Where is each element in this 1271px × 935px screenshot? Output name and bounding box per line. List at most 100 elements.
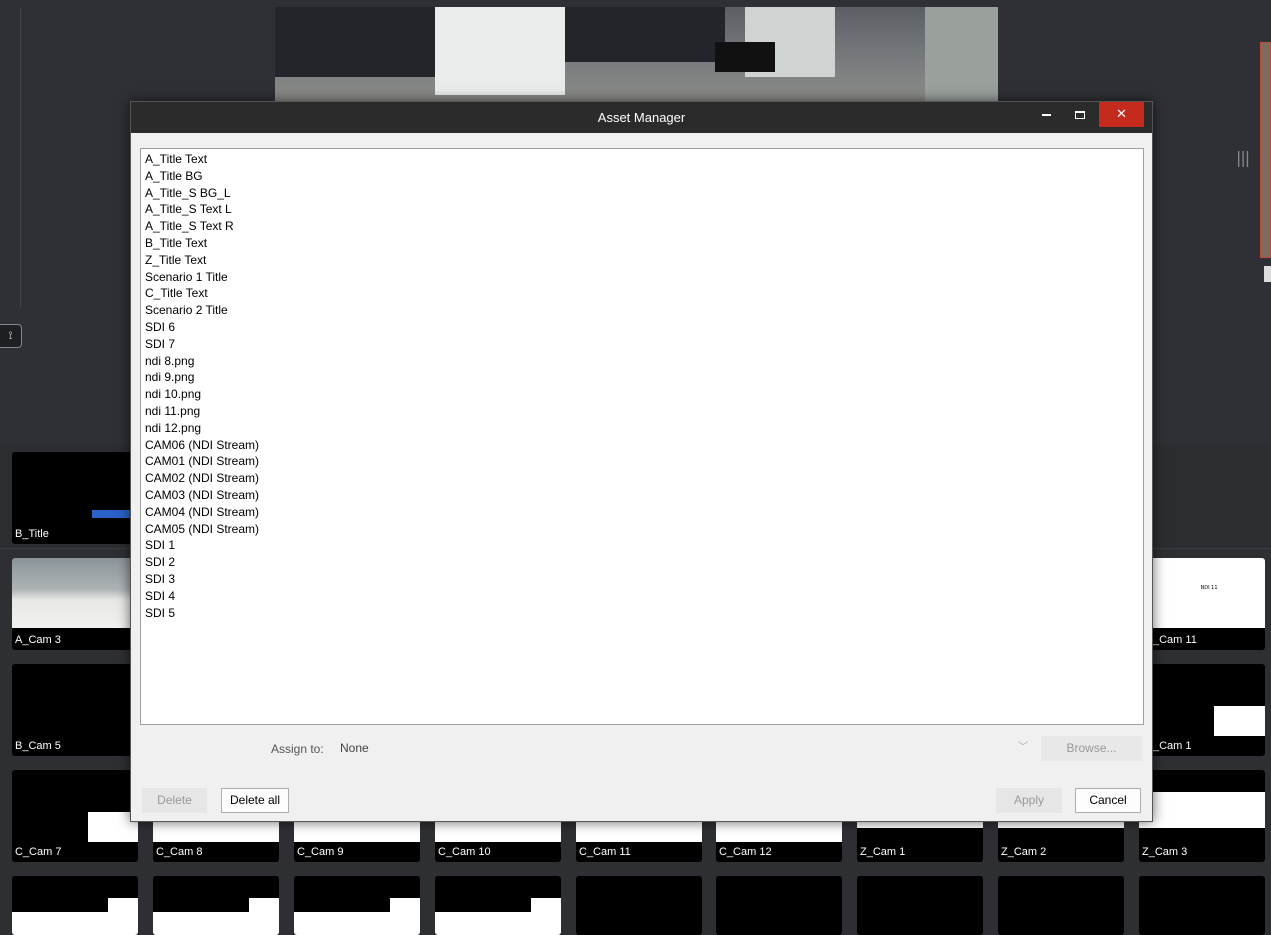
close-button[interactable]: ✕ (1099, 102, 1144, 127)
ndi-frame (294, 822, 420, 842)
ndi-frame (1214, 706, 1265, 736)
tile-z-cam3[interactable]: Z_Cam 3 (1139, 770, 1265, 862)
ndi-frame-top (531, 898, 561, 912)
asset-list-item[interactable]: ndi 10.png (145, 386, 1139, 403)
asset-list-item[interactable]: CAM06 (NDI Stream) (145, 437, 1139, 454)
tile-label: C_Cam 10 (438, 846, 491, 858)
tile-b-title[interactable]: B_Title (12, 452, 138, 544)
chevron-down-icon: ﹀ (1018, 742, 1028, 753)
asset-list-item[interactable]: SDI 7 (145, 336, 1139, 353)
asset-list-item[interactable]: Scenario 1 Title (145, 269, 1139, 286)
ndi-frame (1139, 792, 1265, 828)
assign-to-dropdown[interactable]: None ﹀ (336, 736, 1032, 760)
asset-list-item[interactable]: Scenario 2 Title (145, 302, 1139, 319)
asset-list-item[interactable]: ndi 9.png (145, 369, 1139, 386)
tile-label: C_Cam 11 (579, 846, 631, 858)
ndi-frame (716, 822, 842, 842)
asset-list-item[interactable]: SDI 1 (145, 537, 1139, 554)
tile-row5-5[interactable] (576, 876, 702, 935)
delete-button[interactable]: Delete (142, 788, 207, 813)
asset-list-item[interactable]: C_Title Text (145, 285, 1139, 302)
asset-list-item[interactable]: SDI 5 (145, 605, 1139, 622)
tile-row5-7[interactable] (857, 876, 983, 935)
asset-manager-dialog: Asset Manager ✕ A_Title Text A_Title BG A_… (130, 101, 1153, 822)
tile-label: C_Cam 12 (719, 846, 772, 858)
ndi-frame-top (249, 898, 279, 912)
tile-label: B_Title (15, 528, 49, 540)
drag-handle-icon[interactable]: ||| (1236, 148, 1250, 167)
tile-c-cam7[interactable]: C_Cam 7 (12, 770, 138, 862)
tile-label: Z_Cam 2 (1001, 846, 1047, 858)
tile-label: Z_Cam 3 (1142, 846, 1188, 858)
asset-list-item[interactable]: A_Title BG (145, 168, 1139, 185)
asset-list-item[interactable]: B_Title Text (145, 235, 1139, 252)
asset-list-item[interactable]: ndi 8.png (145, 353, 1139, 370)
asset-list-item[interactable]: A_Title_S BG_L (145, 185, 1139, 202)
asset-list-item[interactable]: ndi 12.png (145, 420, 1139, 437)
cancel-button[interactable]: Cancel (1075, 788, 1141, 813)
tile-cam1[interactable]: _Cam 1 (1139, 664, 1265, 756)
tile-cam11[interactable]: NDI 11 _Cam 11 (1139, 558, 1265, 650)
ndi-frame-top (390, 898, 420, 912)
right-preview-thumb (1260, 42, 1271, 258)
ndi-frame (294, 912, 420, 935)
tile-row5-9[interactable] (1139, 876, 1265, 935)
ndi-frame (153, 912, 279, 935)
preview-whiteboard (435, 7, 565, 95)
asset-list-item[interactable]: SDI 3 (145, 571, 1139, 588)
tile-label: _Cam 1 (1153, 740, 1192, 752)
tile-row5-2[interactable] (153, 876, 279, 935)
tile-label: C_Cam 7 (15, 846, 62, 858)
minimize-button[interactable] (1031, 102, 1061, 127)
tile-label: A_Cam 3 (15, 634, 61, 646)
program-preview (275, 7, 998, 102)
browse-button[interactable]: Browse... (1041, 736, 1142, 761)
left-panel-toggle[interactable]: ⟟ (0, 324, 22, 348)
camera-frame (12, 558, 138, 628)
ndi-frame (998, 822, 1124, 828)
tile-label: C_Cam 8 (156, 846, 203, 858)
asset-list-item[interactable]: A_Title Text (145, 151, 1139, 168)
tile-label: B_Cam 5 (15, 740, 61, 752)
close-icon: ✕ (1116, 107, 1127, 122)
ndi-frame (12, 912, 138, 935)
asset-list-item[interactable]: A_Title_S Text L (145, 201, 1139, 218)
tile-row5-8[interactable] (998, 876, 1124, 935)
asset-list-item[interactable]: SDI 2 (145, 554, 1139, 571)
asset-list-item[interactable]: CAM05 (NDI Stream) (145, 521, 1139, 538)
tile-a-cam3[interactable]: A_Cam 3 (12, 558, 138, 650)
asset-list[interactable]: A_Title Text A_Title BG A_Title_S BG_L A_Ti… (140, 148, 1144, 725)
apply-button[interactable]: Apply (996, 788, 1062, 813)
dialog-title: Asset Manager (597, 110, 686, 125)
preview-window-right (925, 7, 998, 102)
minimize-icon (1041, 113, 1051, 116)
preview-monitors (715, 42, 775, 72)
ndi-frame (153, 822, 279, 842)
dialog-title-bar[interactable]: Asset Manager ✕ (131, 102, 1152, 133)
maximize-button[interactable] (1065, 102, 1095, 127)
asset-list-item[interactable]: CAM03 (NDI Stream) (145, 487, 1139, 504)
delete-all-button[interactable]: Delete all (221, 788, 289, 813)
asset-list-item[interactable]: SDI 4 (145, 588, 1139, 605)
asset-list-item[interactable]: CAM04 (NDI Stream) (145, 504, 1139, 521)
asset-list-item[interactable]: CAM02 (NDI Stream) (145, 470, 1139, 487)
asset-list-item[interactable]: SDI 6 (145, 319, 1139, 336)
ndi-frame (576, 822, 702, 842)
tile-row5-3[interactable] (294, 876, 420, 935)
tile-row5-6[interactable] (716, 876, 842, 935)
panel-divider (20, 8, 21, 308)
ndi-frame: NDI 11 (1153, 558, 1265, 628)
tile-row5-4[interactable] (435, 876, 561, 935)
tile-row5-1[interactable] (12, 876, 138, 935)
asset-list-item[interactable]: CAM01 (NDI Stream) (145, 453, 1139, 470)
asset-list-item[interactable]: Z_Title Text (145, 252, 1139, 269)
tile-label: C_Cam 9 (297, 846, 344, 858)
preview-window-center (565, 7, 725, 62)
preview-window-left (275, 7, 435, 77)
maximize-icon (1075, 110, 1085, 119)
asset-list-item[interactable]: ndi 11.png (145, 403, 1139, 420)
asset-list-item[interactable]: A_Title_S Text R (145, 218, 1139, 235)
tile-b-cam5[interactable]: B_Cam 5 (12, 664, 138, 756)
tile-label: _Cam 11 (1153, 634, 1197, 646)
ndi-frame (435, 912, 561, 935)
